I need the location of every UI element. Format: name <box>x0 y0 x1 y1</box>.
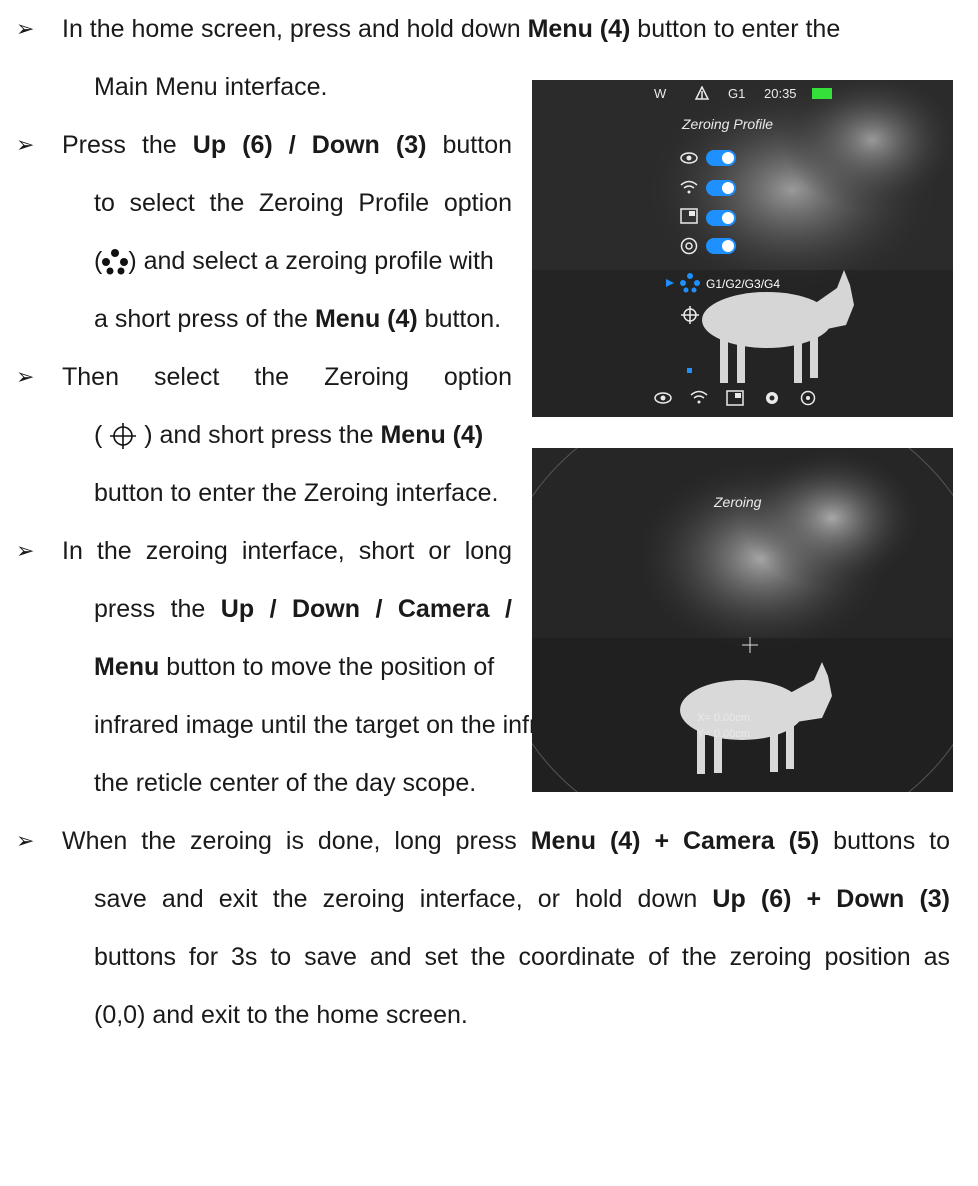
toggle-display[interactable] <box>706 150 736 166</box>
eye-icon <box>680 152 698 164</box>
menu-title: Zeroing Profile <box>682 116 774 132</box>
p1-line1: In the home screen, press and hold down … <box>62 15 841 43</box>
p4-line2: press the Up / Down / Camera / <box>94 595 512 623</box>
selector-arrow-icon <box>666 279 674 287</box>
aperture-icon <box>680 237 698 255</box>
bullet: ➢ <box>16 828 35 853</box>
p2-line1: Press the Up (6) / Down (3) button <box>62 131 512 159</box>
zeroing-profile-icon <box>102 249 129 275</box>
pip-icon <box>726 390 744 406</box>
wifi-icon <box>680 180 698 194</box>
bullet: ➢ <box>16 538 35 563</box>
p5-line1: When the zeroing is done, long press Men… <box>62 827 950 855</box>
p3-line1: Then select the Zeroing option <box>62 363 512 391</box>
status-profile: G1 <box>728 86 746 101</box>
sensitivity-icon <box>694 86 710 100</box>
settings-icon <box>800 390 816 406</box>
thermal-screen-menu: W G1 20:35 Zeroing Profile G1/G2/G3/G4 <box>532 80 953 417</box>
pip-icon <box>680 208 698 224</box>
p4-line5: the reticle center of the day scope. <box>94 769 477 797</box>
toggle-pip[interactable] <box>706 210 736 226</box>
zeroing-title: Zeroing <box>714 494 762 510</box>
bullet: ➢ <box>16 132 35 157</box>
thermal-screen-zeroing: Zeroing X= 0.00cm Y= 0.00cm <box>532 448 953 792</box>
p2-line4: a short press of the Menu (4) button. <box>94 305 502 333</box>
eye-icon <box>654 392 672 404</box>
zeroing-profile-icon <box>680 273 700 293</box>
crosshair-icon <box>681 306 699 324</box>
p2-line3: () and select a zeroing profile with <box>94 247 494 275</box>
bullet: ➢ <box>16 16 35 41</box>
p5-line3: buttons for 3s to save and set the coord… <box>94 943 950 971</box>
toggle-wifi[interactable] <box>706 180 736 196</box>
p5-line4: (0,0) and exit to the home screen. <box>94 1001 468 1029</box>
p2-line2: to select the Zeroing Profile option <box>94 189 512 217</box>
p1-line2: Main Menu interface. <box>94 73 328 101</box>
p3-line2: ( ) and short press the Menu (4) <box>94 421 484 450</box>
p4-line3: Menu button to move the position of <box>94 653 495 681</box>
battery-icon <box>812 88 832 99</box>
x-offset-readout: X= 0.00cm <box>697 712 750 724</box>
profile-options[interactable]: G1/G2/G3/G4 <box>706 277 780 291</box>
toggle-aperture[interactable] <box>706 238 736 254</box>
scroll-indicator <box>687 368 692 373</box>
crosshair-icon <box>110 423 137 450</box>
status-w: W <box>654 86 667 101</box>
bullet: ➢ <box>16 364 35 389</box>
gear-icon <box>766 392 778 404</box>
p4-line1: In the zeroing interface, short or long <box>62 537 512 565</box>
wifi-icon <box>690 390 708 404</box>
status-time: 20:35 <box>764 86 797 101</box>
p5-line2: save and exit the zeroing interface, or … <box>94 885 951 913</box>
y-offset-readout: Y= 0.00cm <box>697 728 750 740</box>
p3-line3: button to enter the Zeroing interface. <box>94 479 499 507</box>
